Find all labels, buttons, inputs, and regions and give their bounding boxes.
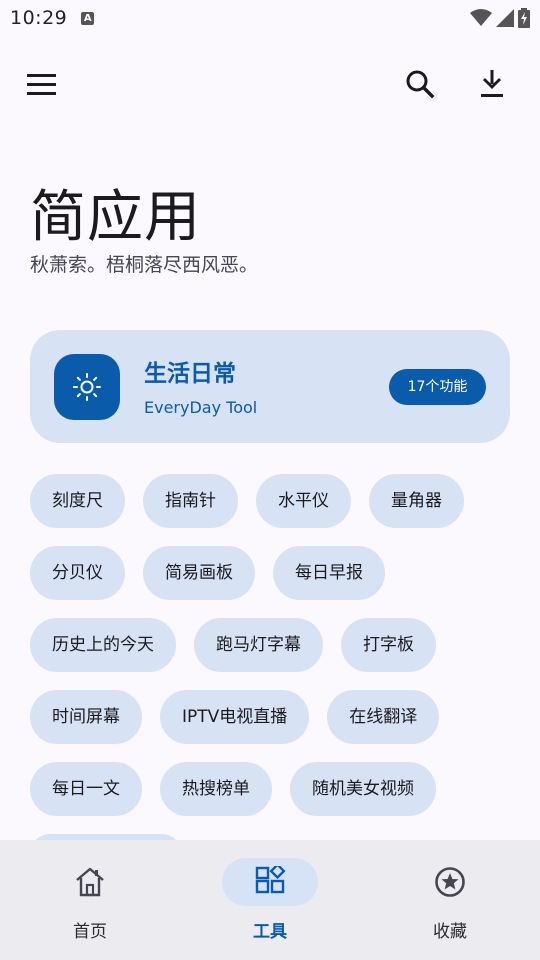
tool-chip-daily-article[interactable]: 每日一文 xyxy=(30,762,142,816)
tool-chip-daily-news[interactable]: 每日早报 xyxy=(273,546,385,600)
status-right xyxy=(470,8,530,28)
nav-item-favorites[interactable]: 收藏 xyxy=(360,840,540,960)
bottom-navigation: 首页 工具 收藏 xyxy=(0,840,540,960)
chip-row: 分贝仪 简易画板 每日早报 xyxy=(30,546,520,600)
tool-chip-list: 刻度尺 指南针 水平仪 量角器 分贝仪 简易画板 每日早报 历史上的今天 跑马灯… xyxy=(30,474,520,834)
signal-icon xyxy=(496,9,514,27)
category-icon-container xyxy=(54,354,120,420)
status-time: 10:29 xyxy=(10,7,68,29)
menu-button[interactable] xyxy=(22,66,62,102)
download-button[interactable] xyxy=(470,64,514,104)
nav-icon-container xyxy=(402,858,498,906)
hamburger-menu-icon xyxy=(27,74,56,95)
wifi-icon xyxy=(470,9,492,26)
tool-chip-compass[interactable]: 指南针 xyxy=(143,474,238,528)
nav-label-home: 首页 xyxy=(73,922,107,942)
page-subtitle: 秋萧索。梧桐落尽西风恶。 xyxy=(30,254,259,276)
tool-chip-typing-board[interactable]: 打字板 xyxy=(341,618,436,672)
chip-row: 历史上的今天 跑马灯字幕 打字板 xyxy=(30,618,520,672)
tool-chip-protractor[interactable]: 量角器 xyxy=(369,474,464,528)
tool-chip-time-screen[interactable]: 时间屏幕 xyxy=(30,690,142,744)
apps-grid-icon xyxy=(255,866,286,894)
nav-icon-container xyxy=(222,858,318,906)
tool-chip-trending[interactable]: 热搜榜单 xyxy=(160,762,272,816)
tool-chip-history-today[interactable]: 历史上的今天 xyxy=(30,618,176,672)
nav-item-home[interactable]: 首页 xyxy=(0,840,180,960)
app-bar xyxy=(0,56,540,112)
page-title: 简应用 xyxy=(30,185,201,250)
chip-row: 时间屏幕 IPTV电视直播 在线翻译 xyxy=(30,690,520,744)
category-card[interactable]: 生活日常 EveryDay Tool 17个功能 xyxy=(30,330,510,443)
search-button[interactable] xyxy=(398,64,442,104)
tool-chip-marquee[interactable]: 跑马灯字幕 xyxy=(194,618,323,672)
category-title: 生活日常 xyxy=(144,361,236,387)
nav-item-tools[interactable]: 工具 xyxy=(180,840,360,960)
tool-chip-random-video[interactable]: 随机美女视频 xyxy=(290,762,436,816)
nav-icon-container xyxy=(42,858,138,906)
tool-chip-drawing-board[interactable]: 简易画板 xyxy=(143,546,255,600)
tool-chip-translate[interactable]: 在线翻译 xyxy=(327,690,440,744)
home-icon xyxy=(76,867,104,897)
tool-chip-decibel-meter[interactable]: 分贝仪 xyxy=(30,546,125,600)
a-letter-icon: A xyxy=(81,11,95,25)
chip-row: 每日一文 热搜榜单 随机美女视频 xyxy=(30,762,520,816)
feature-count-badge: 17个功能 xyxy=(389,369,486,405)
search-icon xyxy=(406,70,435,99)
chip-row: 刻度尺 指南针 水平仪 量角器 xyxy=(30,474,520,528)
nav-label-tools: 工具 xyxy=(253,922,287,942)
star-circle-icon xyxy=(435,867,465,897)
nav-label-favorites: 收藏 xyxy=(433,922,467,942)
status-bar: 10:29 A xyxy=(0,0,540,36)
tool-chip-iptv[interactable]: IPTV电视直播 xyxy=(160,690,310,744)
category-subtitle: EveryDay Tool xyxy=(144,398,258,417)
sun-icon xyxy=(73,373,101,401)
status-left: 10:29 A xyxy=(10,7,95,29)
download-icon xyxy=(481,70,503,97)
battery-charging-icon xyxy=(518,8,530,28)
tool-chip-ruler[interactable]: 刻度尺 xyxy=(30,474,125,528)
tool-chip-level[interactable]: 水平仪 xyxy=(256,474,351,528)
